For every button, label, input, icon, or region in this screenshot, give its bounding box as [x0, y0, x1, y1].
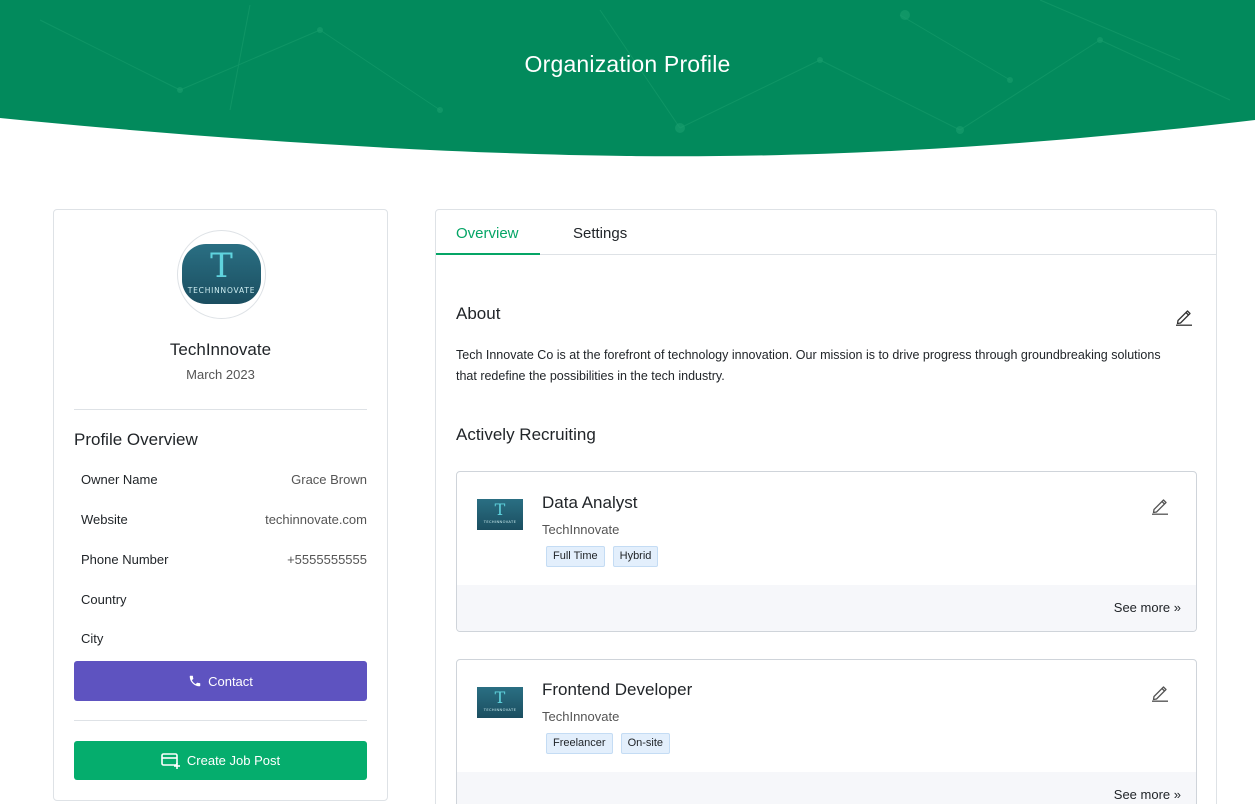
phone-label: Phone Number: [81, 552, 169, 567]
divider: [74, 720, 367, 721]
about-text: Tech Innovate Co is at the forefront of …: [456, 348, 1161, 383]
card-plus-icon: [161, 752, 180, 769]
create-job-post-label: Create Job Post: [186, 753, 281, 768]
job-card: T TECHINNOVATE Frontend Developer TechIn…: [456, 659, 1197, 804]
edit-job-pencil-icon[interactable]: [1150, 495, 1170, 515]
edit-job-pencil-icon[interactable]: [1150, 682, 1170, 702]
website-row: Website techinnovate.com: [81, 512, 367, 532]
job-tags: Full Time Hybrid: [546, 546, 659, 567]
organization-joined-date: March 2023: [186, 367, 255, 382]
page-title: Organization Profile: [524, 51, 731, 77]
organization-name: TechInnovate: [169, 340, 272, 359]
phone-value: +5555555555: [287, 552, 367, 567]
organization-card: T TECHINNOVATE TechInnovate March 2023 P…: [53, 209, 388, 801]
see-more-link[interactable]: See more »: [1114, 787, 1181, 802]
job-title[interactable]: Data Analyst: [542, 493, 637, 513]
tab-settings[interactable]: Settings: [553, 210, 647, 255]
owner-name-row: Owner Name Grace Brown: [81, 472, 367, 492]
job-card: T TECHINNOVATE Data Analyst TechInnovate…: [456, 471, 1197, 632]
country-row: Country: [81, 592, 367, 612]
work-mode-tag: On-site: [620, 733, 671, 754]
header-background: [0, 0, 1255, 157]
edit-about-pencil-icon[interactable]: [1174, 306, 1194, 326]
organization-logo: T TECHINNOVATE: [177, 230, 266, 319]
owner-name-label: Owner Name: [81, 472, 158, 487]
job-card-footer: See more »: [457, 772, 1196, 804]
company-logo: T TECHINNOVATE: [477, 687, 523, 718]
create-job-post-button[interactable]: Create Job Post: [74, 741, 367, 780]
work-mode-tag: Hybrid: [612, 546, 659, 567]
job-company: TechInnovate: [542, 522, 620, 537]
job-title[interactable]: Frontend Developer: [542, 680, 692, 700]
tab-bar: Overview Settings: [436, 210, 1216, 255]
see-more-link[interactable]: See more »: [1114, 600, 1181, 615]
tab-overview[interactable]: Overview: [436, 210, 540, 255]
city-row: City: [81, 631, 367, 651]
country-label: Country: [81, 592, 127, 607]
website-value[interactable]: techinnovate.com: [265, 512, 367, 527]
contact-button-label: Contact: [208, 673, 253, 689]
job-tags: Freelancer On-site: [546, 733, 671, 754]
phone-row: Phone Number +5555555555: [81, 552, 367, 572]
contact-button[interactable]: Contact: [74, 661, 367, 701]
divider: [74, 409, 367, 410]
job-type-tag: Full Time: [546, 546, 605, 567]
profile-content-card: Overview Settings About Tech Innovate Co…: [435, 209, 1217, 804]
job-company: TechInnovate: [542, 709, 620, 724]
company-logo: T TECHINNOVATE: [477, 499, 523, 530]
actively-recruiting-title: Actively Recruiting: [456, 425, 596, 444]
city-label: City: [81, 631, 104, 646]
website-label: Website: [81, 512, 128, 527]
phone-icon: [189, 675, 201, 687]
job-type-tag: Freelancer: [546, 733, 613, 754]
about-title: About: [456, 304, 501, 323]
profile-overview-title: Profile Overview: [74, 430, 198, 449]
job-card-footer: See more »: [457, 585, 1196, 631]
page-header: Organization Profile: [0, 0, 1255, 160]
owner-name-value: Grace Brown: [291, 472, 367, 487]
